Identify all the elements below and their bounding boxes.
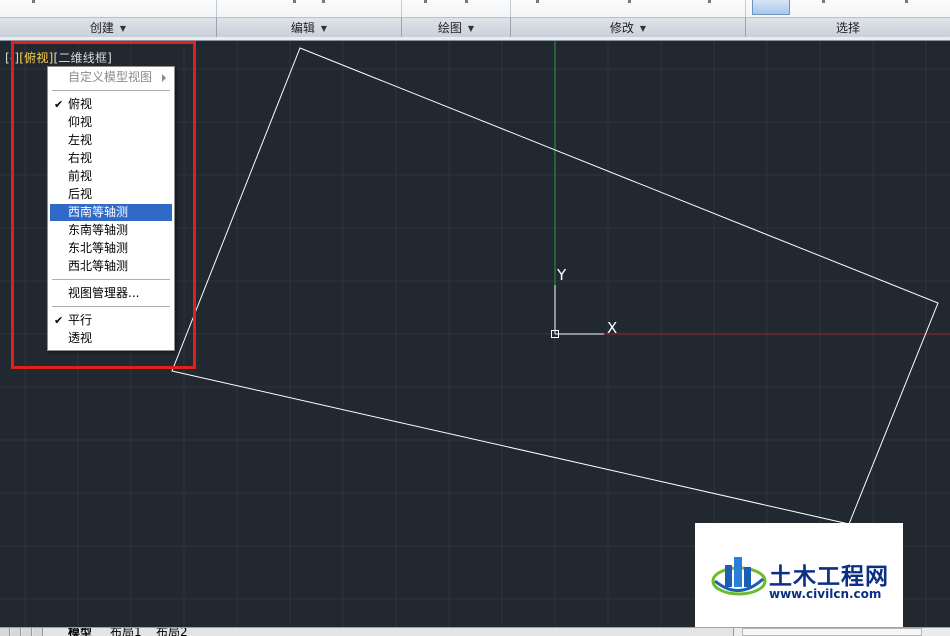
ribbon-tools-row xyxy=(0,0,950,17)
chevron-down-icon: ▼ xyxy=(320,23,328,33)
panel-select-label: 选择 xyxy=(835,21,860,35)
panel-divider xyxy=(510,0,511,17)
chevron-down-icon: ▼ xyxy=(119,23,127,33)
ribbon-tool-stub[interactable] xyxy=(424,0,427,3)
panel-divider xyxy=(745,0,746,17)
panel-draw-label: 绘图 xyxy=(437,21,462,35)
chevron-down-icon: ▼ xyxy=(467,23,475,33)
ribbon-tool-stub[interactable] xyxy=(465,0,468,3)
panel-create[interactable]: 创建 ▼ xyxy=(0,17,217,37)
ribbon-tool-stub[interactable] xyxy=(536,0,539,3)
chevron-down-icon: ▼ xyxy=(639,23,647,33)
ribbon-tool-stub[interactable] xyxy=(708,0,711,3)
panel-edit-label: 编辑 xyxy=(290,21,315,35)
watermark-url: www.civilcn.com xyxy=(769,587,882,601)
select-tool-button[interactable] xyxy=(752,0,790,15)
watermark-logo-icon xyxy=(711,557,767,596)
panel-modify[interactable]: 修改 ▼ xyxy=(511,17,746,37)
panel-modify-label: 修改 xyxy=(609,21,634,35)
ribbon-tool-stub[interactable] xyxy=(822,0,825,3)
panel-divider xyxy=(401,0,402,17)
panel-draw[interactable]: 绘图 ▼ xyxy=(402,17,511,37)
ucs-icon: Y X xyxy=(551,266,617,338)
ribbon-tool-stub[interactable] xyxy=(322,0,325,3)
ucs-y-label: Y xyxy=(556,266,567,284)
panel-divider xyxy=(216,0,217,17)
ribbon: 创建 ▼ 编辑 ▼ 绘图 ▼ 修改 ▼ 选择 xyxy=(0,0,950,41)
annotation-highlight-box xyxy=(11,41,196,369)
ucs-x-label: X xyxy=(607,319,617,337)
ribbon-tool-stub[interactable] xyxy=(628,0,631,3)
ribbon-tool-stub[interactable] xyxy=(905,0,908,3)
ribbon-tool-stub[interactable] xyxy=(293,0,296,3)
panel-create-label: 创建 xyxy=(89,21,114,35)
panel-select[interactable]: 选择 xyxy=(746,17,950,37)
panel-edit[interactable]: 编辑 ▼ xyxy=(217,17,402,37)
ribbon-tool-stub[interactable] xyxy=(32,0,35,3)
watermark: 土木工程网 www.civilcn.com xyxy=(695,523,903,627)
watermark-title: 土木工程网 xyxy=(769,564,889,590)
